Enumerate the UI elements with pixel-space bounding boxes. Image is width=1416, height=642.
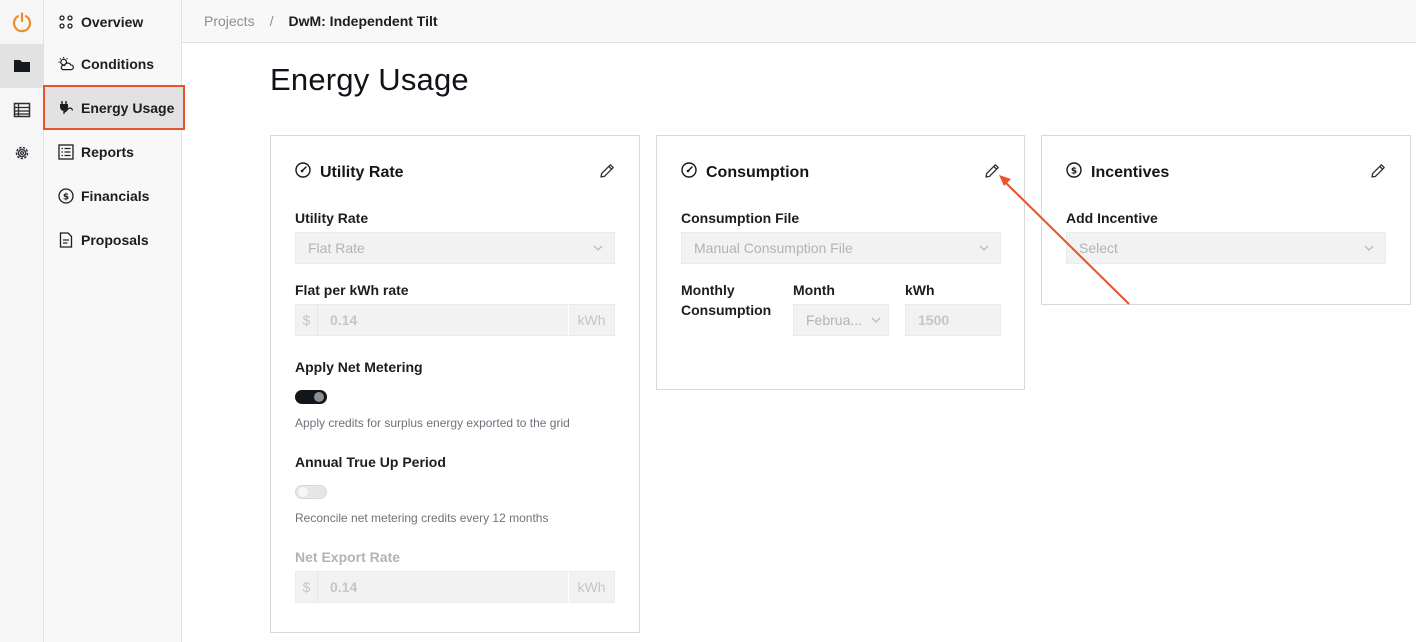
chevron-down-icon bbox=[582, 245, 614, 251]
power-logo-icon[interactable] bbox=[0, 0, 44, 44]
flat-rate-label: Flat per kWh rate bbox=[295, 282, 409, 298]
edit-pencil-icon[interactable] bbox=[1369, 162, 1387, 180]
currency-prefix: $ bbox=[296, 305, 318, 335]
project-nav: Overview Conditions Energy Usage Reports… bbox=[43, 0, 185, 642]
consumption-label-line: Consumption bbox=[681, 302, 772, 318]
dots-grid-icon bbox=[58, 14, 74, 30]
nav-item-overview[interactable]: Overview bbox=[44, 0, 182, 44]
month-select[interactable]: Februa... bbox=[793, 304, 889, 336]
nav-item-reports[interactable]: Reports bbox=[44, 130, 182, 174]
add-incentive-placeholder: Select bbox=[1079, 240, 1118, 256]
consumption-card: Consumption Consumption File Manual Cons… bbox=[656, 135, 1025, 390]
breadcrumb-projects-link[interactable]: Projects bbox=[204, 13, 255, 29]
unit-suffix: kWh bbox=[568, 305, 614, 335]
true-up-label: Annual True Up Period bbox=[295, 454, 446, 470]
sun-cloud-icon bbox=[58, 56, 74, 72]
net-metering-label: Apply Net Metering bbox=[295, 359, 423, 375]
nav-item-financials[interactable]: $ Financials bbox=[44, 174, 182, 218]
breadcrumb: Projects / DwM: Independent Tilt bbox=[182, 0, 1416, 43]
nav-item-label: Energy Usage bbox=[81, 99, 175, 116]
nav-item-energy-usage[interactable]: Energy Usage bbox=[43, 85, 185, 130]
consumption-file-label: Consumption File bbox=[681, 210, 800, 226]
svg-text:$: $ bbox=[1071, 166, 1077, 176]
dollar-circle-icon: $ bbox=[1066, 162, 1082, 183]
nav-item-label: Overview bbox=[81, 14, 144, 30]
document-icon bbox=[58, 232, 74, 248]
utility-rate-value: Flat Rate bbox=[308, 240, 365, 256]
utility-rate-label: Utility Rate bbox=[295, 210, 369, 226]
table-icon[interactable] bbox=[0, 88, 44, 132]
nav-item-proposals[interactable]: Proposals bbox=[44, 218, 182, 262]
nav-item-label: Reports bbox=[81, 144, 134, 160]
kwh-label: kWh bbox=[905, 282, 935, 298]
dollar-circle-icon: $ bbox=[58, 188, 74, 204]
report-list-icon bbox=[58, 144, 74, 160]
gauge-icon bbox=[295, 162, 311, 183]
monthly-consumption-label: Monthly Consumption bbox=[681, 280, 771, 320]
svg-text:$: $ bbox=[63, 192, 69, 202]
gauge-icon bbox=[681, 162, 697, 183]
utility-rate-card: Utility Rate Utility Rate Flat Rate Flat… bbox=[270, 135, 640, 633]
net-export-value: 0.14 bbox=[330, 579, 358, 595]
net-metering-help: Apply credits for surplus energy exporte… bbox=[295, 416, 570, 430]
nav-item-label: Conditions bbox=[81, 56, 155, 72]
consumption-title: Consumption bbox=[706, 163, 810, 181]
monthly-label-line: Monthly bbox=[681, 282, 735, 298]
icon-rail bbox=[0, 0, 44, 642]
gear-icon[interactable] bbox=[0, 131, 44, 175]
page-title: Energy Usage bbox=[270, 62, 469, 97]
chevron-down-icon bbox=[968, 245, 1000, 251]
add-incentive-label: Add Incentive bbox=[1066, 210, 1158, 226]
plug-icon bbox=[58, 100, 74, 116]
net-export-label: Net Export Rate bbox=[295, 549, 401, 565]
incentives-title: Incentives bbox=[1091, 163, 1170, 181]
nav-item-label: Proposals bbox=[81, 232, 149, 248]
flat-rate-value: 0.14 bbox=[330, 312, 358, 328]
net-export-input[interactable]: $ 0.14 kWh bbox=[295, 571, 615, 603]
month-value: Februa... bbox=[806, 312, 863, 328]
utility-rate-select[interactable]: Flat Rate bbox=[295, 232, 615, 264]
kwh-value: 1500 bbox=[918, 312, 950, 328]
breadcrumb-separator: / bbox=[269, 13, 274, 29]
currency-prefix: $ bbox=[296, 572, 318, 602]
edit-pencil-icon[interactable] bbox=[983, 162, 1001, 180]
flat-rate-input[interactable]: $ 0.14 kWh bbox=[295, 304, 615, 336]
nav-item-label: Financials bbox=[81, 188, 150, 204]
edit-pencil-icon[interactable] bbox=[598, 162, 616, 180]
chevron-down-icon bbox=[1353, 245, 1385, 251]
nav-item-conditions[interactable]: Conditions bbox=[44, 42, 182, 86]
folder-icon[interactable] bbox=[0, 44, 44, 88]
consumption-file-value: Manual Consumption File bbox=[694, 240, 853, 256]
breadcrumb-current: DwM: Independent Tilt bbox=[288, 13, 438, 29]
unit-suffix: kWh bbox=[568, 572, 614, 602]
consumption-header: Consumption bbox=[681, 162, 809, 183]
net-metering-toggle[interactable] bbox=[295, 390, 327, 404]
incentives-header: $ Incentives bbox=[1066, 162, 1169, 183]
month-label: Month bbox=[793, 282, 835, 298]
true-up-help: Reconcile net metering credits every 12 … bbox=[295, 511, 549, 525]
utility-rate-title: Utility Rate bbox=[320, 163, 404, 181]
utility-rate-header: Utility Rate bbox=[295, 162, 404, 183]
kwh-input[interactable]: 1500 bbox=[905, 304, 1001, 336]
add-incentive-select[interactable]: Select bbox=[1066, 232, 1386, 264]
chevron-down-icon bbox=[864, 317, 888, 323]
true-up-toggle[interactable] bbox=[295, 485, 327, 499]
incentives-card: $ Incentives Add Incentive Select bbox=[1041, 135, 1411, 305]
consumption-file-select[interactable]: Manual Consumption File bbox=[681, 232, 1001, 264]
